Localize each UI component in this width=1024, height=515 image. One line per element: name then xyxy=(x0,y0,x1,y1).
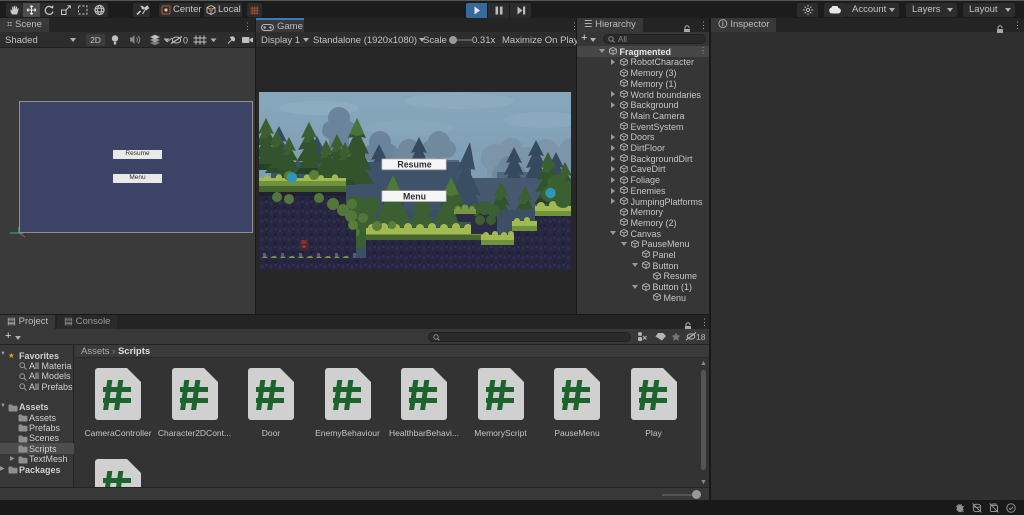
svg-text:Resume: Resume xyxy=(397,160,431,170)
svg-text:0: 0 xyxy=(183,35,188,45)
svg-text:Menu: Menu xyxy=(403,191,426,201)
svg-text:18: 18 xyxy=(696,332,706,342)
